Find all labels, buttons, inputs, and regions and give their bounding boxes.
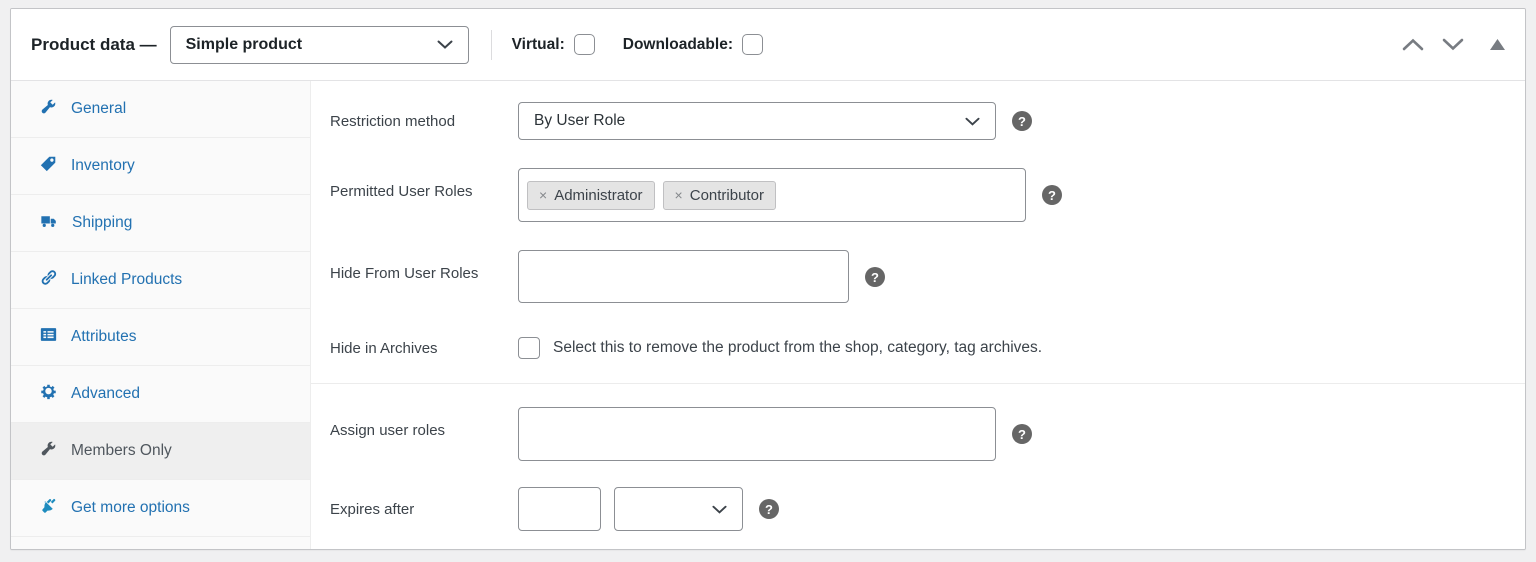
panel-body: General Inventory Shipping Linked Produc… bbox=[11, 81, 1525, 549]
virtual-label: Virtual: bbox=[511, 35, 565, 53]
hide-in-archives-label: Hide in Archives bbox=[330, 339, 438, 357]
wrench-icon bbox=[40, 440, 57, 462]
restriction-method-row: Restriction method By User Role ? bbox=[311, 102, 1525, 140]
list-icon bbox=[40, 326, 57, 348]
remove-tag-icon[interactable]: × bbox=[539, 188, 547, 202]
role-tag: × Contributor bbox=[662, 180, 776, 210]
restriction-method-select[interactable]: By User Role bbox=[518, 102, 996, 140]
permitted-user-roles-input[interactable]: × Administrator × Contributor bbox=[518, 168, 1026, 222]
chevron-down-icon bbox=[965, 117, 980, 126]
downloadable-checkbox[interactable] bbox=[741, 34, 763, 55]
chevron-down-icon bbox=[437, 40, 453, 49]
help-icon[interactable]: ? bbox=[1042, 185, 1062, 205]
members-only-settings: Restriction method By User Role ? Permit… bbox=[311, 81, 1525, 549]
help-icon[interactable]: ? bbox=[1012, 424, 1032, 444]
tab-members-only[interactable]: Members Only bbox=[11, 423, 310, 480]
panel-header: Product data — Simple product Virtual: D… bbox=[11, 9, 1525, 81]
hide-from-user-roles-input[interactable] bbox=[518, 250, 849, 303]
chevron-down-icon[interactable] bbox=[1442, 38, 1464, 51]
restriction-method-value: By User Role bbox=[534, 112, 626, 129]
assign-user-roles-input[interactable] bbox=[518, 407, 996, 461]
tab-label: Get more options bbox=[71, 499, 190, 516]
tab-label: Advanced bbox=[71, 385, 140, 402]
plug-icon bbox=[40, 497, 57, 519]
help-icon[interactable]: ? bbox=[1012, 111, 1032, 131]
chevron-down-icon bbox=[712, 505, 727, 514]
truck-icon bbox=[40, 212, 58, 234]
expires-after-unit-select[interactable] bbox=[614, 487, 743, 531]
role-tag-label: Administrator bbox=[554, 186, 643, 204]
restriction-method-label: Restriction method bbox=[330, 112, 456, 130]
product-type-select[interactable]: Simple product bbox=[169, 25, 469, 64]
tab-linked-products[interactable]: Linked Products bbox=[11, 252, 310, 309]
tab-attributes[interactable]: Attributes bbox=[11, 309, 310, 366]
header-separator bbox=[490, 29, 492, 60]
role-tag: × Administrator bbox=[527, 180, 655, 210]
tab-label: Linked Products bbox=[71, 271, 183, 288]
permitted-user-roles-row: Permitted User Roles × Administrator × C… bbox=[311, 168, 1525, 222]
tab-label: Attributes bbox=[71, 328, 137, 345]
help-icon[interactable]: ? bbox=[865, 267, 885, 287]
gear-icon bbox=[40, 383, 57, 405]
collapse-triangle-icon[interactable] bbox=[1490, 39, 1505, 50]
downloadable-label: Downloadable: bbox=[622, 35, 733, 53]
tab-advanced[interactable]: Advanced bbox=[11, 366, 310, 423]
section-divider bbox=[311, 383, 1525, 384]
assign-user-roles-row: Assign user roles ? bbox=[311, 407, 1525, 461]
tab-label: General bbox=[71, 100, 127, 117]
chevron-up-icon[interactable] bbox=[1402, 38, 1424, 51]
wrench-icon bbox=[40, 98, 57, 120]
hide-in-archives-row: Hide in Archives Select this to remove t… bbox=[311, 337, 1525, 359]
hide-in-archives-checkbox[interactable] bbox=[518, 337, 540, 359]
panel-title: Product data — bbox=[31, 34, 157, 54]
tag-icon bbox=[40, 155, 57, 177]
tab-inventory[interactable]: Inventory bbox=[11, 138, 310, 195]
expires-after-row: Expires after ? bbox=[311, 487, 1525, 531]
help-icon[interactable]: ? bbox=[759, 499, 779, 519]
tab-label: Inventory bbox=[71, 157, 135, 174]
tab-shipping[interactable]: Shipping bbox=[11, 195, 310, 252]
header-controls bbox=[1402, 38, 1505, 51]
role-tag-label: Contributor bbox=[689, 186, 764, 204]
hide-in-archives-description: Select this to remove the product from t… bbox=[553, 339, 1043, 356]
link-icon bbox=[40, 269, 57, 291]
product-data-tabs: General Inventory Shipping Linked Produc… bbox=[11, 81, 311, 549]
expires-after-number-input[interactable] bbox=[518, 487, 601, 531]
virtual-checkbox[interactable] bbox=[573, 34, 595, 55]
tab-get-more-options[interactable]: Get more options bbox=[11, 480, 310, 537]
hide-from-user-roles-label: Hide From User Roles bbox=[330, 265, 479, 282]
expires-after-label: Expires after bbox=[330, 500, 415, 518]
product-type-value: Simple product bbox=[185, 35, 303, 53]
tab-general[interactable]: General bbox=[11, 81, 310, 138]
remove-tag-icon[interactable]: × bbox=[675, 188, 683, 202]
assign-user-roles-label: Assign user roles bbox=[330, 422, 446, 439]
tab-label: Members Only bbox=[71, 442, 172, 459]
permitted-user-roles-label: Permitted User Roles bbox=[330, 183, 473, 200]
hide-from-user-roles-row: Hide From User Roles ? bbox=[311, 250, 1525, 303]
product-data-panel: Product data — Simple product Virtual: D… bbox=[10, 8, 1526, 550]
tab-label: Shipping bbox=[72, 214, 133, 231]
